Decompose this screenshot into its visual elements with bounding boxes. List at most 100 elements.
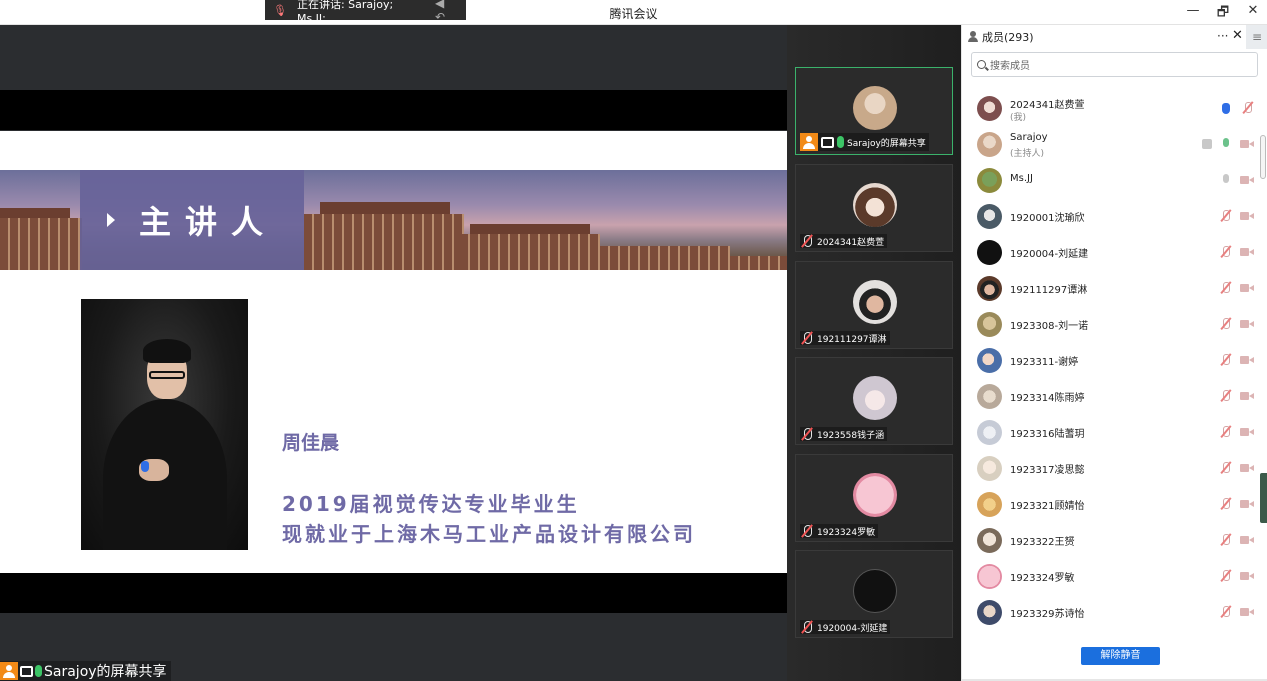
shared-slide: 主讲人 周佳晨 2019届视觉传达专业毕业生 现就业于上海木马工业产品设计有限公… [0,131,787,573]
mic-muted-icon[interactable] [1220,245,1232,259]
video-tile[interactable]: 1923558钱子涵 [795,357,953,445]
mic-muted-icon[interactable] [1220,353,1232,367]
speaker-bio-line1: 2019届视觉传达专业毕业生 [282,492,580,516]
list-item[interactable]: Ms.JJ [962,162,1267,198]
mic-icon[interactable] [1220,137,1232,151]
mic-muted-icon[interactable] [1220,281,1232,295]
camera-muted-icon[interactable] [1240,607,1254,617]
mic-muted-icon[interactable] [1220,497,1232,511]
screen-share-icon [821,136,834,148]
list-item[interactable]: 1920001沈瑜欣 [962,198,1267,234]
list-item[interactable]: 1923321顾婧怡 [962,486,1267,522]
mic-muted-icon[interactable] [1220,209,1232,223]
list-item[interactable]: 1923317凌思懿 [962,450,1267,486]
raise-hand-icon[interactable] [1220,101,1232,115]
mic-muted-icon[interactable] [1220,533,1232,547]
search-placeholder: 搜索成员 [990,61,1030,72]
search-input[interactable]: 搜索成员 [971,52,1258,77]
list-item[interactable]: 192111297谭淋 [962,270,1267,306]
camera-muted-icon[interactable] [1240,463,1254,473]
mic-muted-icon[interactable] [1220,389,1232,403]
members-header: 成员(293) ··· ✕ ≡ [962,25,1267,49]
avatar [977,203,1002,229]
member-name: 2024341赵费萱 [1010,100,1085,111]
video-tile-label: Sarajoy的屏幕共享 [800,133,929,151]
mic-muted-icon[interactable] [1220,425,1232,439]
camera-muted-icon[interactable] [1240,175,1254,185]
camera-muted-icon[interactable] [1240,319,1254,329]
mic-muted-icon[interactable] [1220,461,1232,475]
video-tile[interactable]: 192111297谭淋 [795,261,953,349]
camera-muted-icon[interactable] [1240,499,1254,509]
video-tile-name: 1923324罗敏 [817,527,876,538]
members-icon [967,31,979,43]
side-tab-handle[interactable] [1260,473,1267,523]
close-panel-button[interactable]: ✕ [1232,28,1243,43]
list-item[interactable]: 1923314陈雨婷 [962,378,1267,414]
restore-button[interactable]: 🗗 [1215,3,1231,25]
video-tile[interactable]: 1920004-刘延建 [795,550,953,638]
list-item[interactable]: 1923322王赟 [962,522,1267,558]
avatar [853,183,897,227]
camera-muted-icon[interactable] [1240,535,1254,545]
avatar [977,167,1002,193]
video-tile-label: 1923324罗敏 [800,524,879,538]
member-name: 1923311-谢婷 [1010,357,1079,368]
camera-muted-icon[interactable] [1240,355,1254,365]
unmute-button[interactable]: 解除静音 [1081,647,1160,665]
mic-off-icon[interactable] [1220,173,1232,187]
menu-icon[interactable]: ≡ [1246,25,1267,49]
list-item[interactable]: 1923329苏诗怡 [962,594,1267,630]
member-role: (我) [1010,113,1027,123]
avatar [977,491,1002,517]
mic-muted-icon [800,620,814,634]
avatar [977,347,1002,373]
user-icon [800,133,818,151]
mic-muted-icon [800,234,814,248]
camera-muted-icon[interactable] [1240,391,1254,401]
close-button[interactable]: ✕ [1245,3,1261,25]
screen-share-icon [20,665,33,677]
camera-muted-icon[interactable] [1240,247,1254,257]
screen-share-area[interactable]: 主讲人 周佳晨 2019届视觉传达专业毕业生 现就业于上海木马工业产品设计有限公… [0,25,787,681]
avatar [977,563,1002,589]
video-tile[interactable]: Sarajoy的屏幕共享 [795,67,953,155]
member-name: Ms.JJ [1010,173,1033,184]
share-owner-text: Sarajoy的屏幕共享 [44,664,167,680]
list-item[interactable]: 1920004-刘延建 [962,234,1267,270]
mic-icon [837,136,844,148]
video-tile-name: 1923558钱子涵 [817,430,885,441]
mic-muted-icon [800,524,814,538]
camera-muted-icon[interactable] [1240,427,1254,437]
avatar [977,455,1002,481]
more-options-button[interactable]: ··· [1217,29,1228,43]
list-item[interactable]: 1923311-谢婷 [962,342,1267,378]
list-item[interactable]: 1923316陆蓍玥 [962,414,1267,450]
video-tile[interactable]: 1923324罗敏 [795,454,953,542]
mic-muted-icon[interactable] [1220,605,1232,619]
video-tile-label: 1920004-刘延建 [800,620,891,634]
list-item[interactable]: 1923324罗敏 [962,558,1267,594]
mic-muted-icon [800,331,814,345]
screen-share-icon [1202,139,1212,149]
mic-muted-icon[interactable] [1220,569,1232,583]
avatar [853,569,897,613]
member-name: 1923324罗敏 [1010,573,1075,584]
camera-muted-icon[interactable] [1240,211,1254,221]
mic-muted-icon[interactable] [1242,101,1254,115]
minimize-button[interactable]: — [1185,3,1201,25]
video-tile[interactable]: 2024341赵费萱 [795,164,953,252]
member-name: 1923314陈雨婷 [1010,393,1085,404]
mic-muted-icon[interactable] [1220,317,1232,331]
camera-muted-icon[interactable] [1240,283,1254,293]
avatar [853,86,897,130]
camera-muted-icon[interactable] [1240,571,1254,581]
camera-muted-icon[interactable] [1240,139,1254,149]
list-item[interactable]: 1923308-刘一诺 [962,306,1267,342]
list-item[interactable]: Sarajoy (主持人) [962,126,1267,162]
members-scrollbar[interactable] [1260,135,1266,179]
meeting-window: 🎙 正在讲话: Sarajoy; Ms.JJ; ◀ ↶ 腾讯会议 — 🗗 ✕ 主… [0,0,1267,681]
member-name: 192111297谭淋 [1010,285,1088,296]
triangle-bullet-icon [107,213,115,227]
list-item[interactable]: 2024341赵费萱 (我) [962,90,1267,126]
